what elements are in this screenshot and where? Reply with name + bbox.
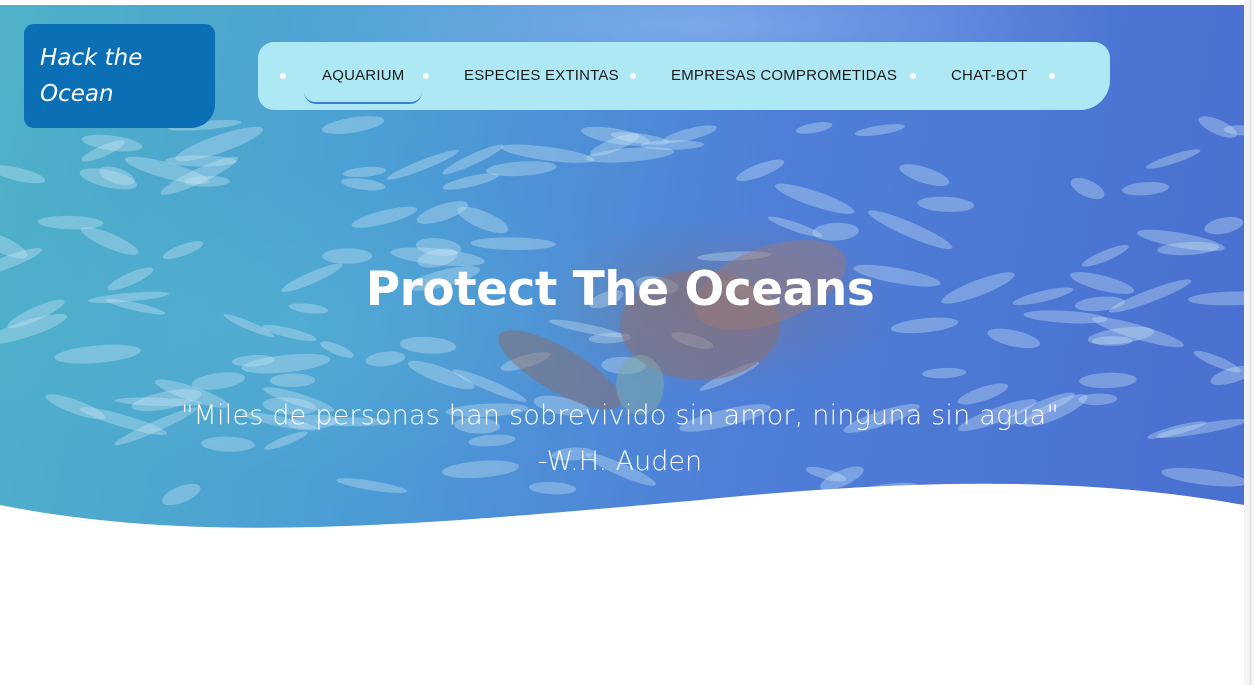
fish-shape bbox=[899, 164, 950, 187]
brand-line-1: Hack the bbox=[40, 45, 143, 71]
nav-separator-dot bbox=[910, 73, 916, 79]
hero-quote-author: -W.H. Auden bbox=[537, 446, 703, 477]
fish-shape bbox=[1193, 350, 1241, 373]
hero-quote: "Miles de personas han sobrevivido sin a… bbox=[180, 400, 1060, 431]
nav-separator-dot bbox=[423, 73, 429, 79]
fish-shape bbox=[1070, 177, 1105, 200]
fish-shape bbox=[1121, 181, 1169, 196]
nav-item-especies-extintas[interactable]: ESPECIES EXTINTAS bbox=[464, 42, 619, 110]
wave-divider bbox=[0, 483, 1244, 545]
fish-shape bbox=[767, 216, 823, 238]
fish-shape bbox=[399, 336, 457, 354]
fish-shape bbox=[321, 116, 385, 134]
fish-shape bbox=[548, 319, 624, 338]
nav-separator-dot bbox=[630, 73, 636, 79]
fish-shape bbox=[987, 328, 1041, 349]
fish-shape bbox=[54, 344, 141, 364]
nav-separator-dot bbox=[280, 73, 286, 79]
fish-shape bbox=[269, 373, 316, 388]
fish-shape bbox=[0, 165, 46, 184]
fish-shape bbox=[386, 149, 459, 180]
fish-shape bbox=[343, 166, 386, 178]
fish-shape bbox=[917, 196, 975, 212]
fish-shape bbox=[457, 206, 509, 234]
fish-shape bbox=[890, 317, 959, 334]
fish-shape bbox=[1145, 149, 1201, 169]
fish-shape bbox=[775, 183, 855, 214]
nav-separator-dot bbox=[1049, 73, 1055, 79]
fish-shape bbox=[485, 161, 557, 177]
scrollbar-track[interactable] bbox=[1244, 0, 1254, 685]
fish-shape bbox=[1204, 216, 1244, 235]
nav-item-aquarium[interactable]: AQUARIUM bbox=[303, 42, 423, 110]
nav-item-chat-bot[interactable]: CHAT-BOT bbox=[951, 42, 1027, 110]
sea-turtle-icon bbox=[498, 240, 847, 415]
fish-shape bbox=[795, 122, 833, 134]
fish-shape bbox=[341, 178, 386, 191]
fish-shape bbox=[37, 215, 104, 230]
fish-shape bbox=[867, 210, 953, 250]
hero-title: Protect The Oceans bbox=[365, 262, 875, 317]
fish-shape bbox=[1079, 372, 1137, 389]
fish-shape bbox=[365, 351, 406, 367]
main-navigation: AQUARIUM ESPECIES EXTINTAS EMPRESAS COMP… bbox=[258, 42, 1110, 110]
nav-item-empresas-comprometidas[interactable]: EMPRESAS COMPROMETIDAS bbox=[671, 42, 897, 110]
fish-shape bbox=[922, 367, 967, 379]
fish-shape bbox=[470, 237, 556, 251]
scrollbar-edge bbox=[1250, 0, 1251, 685]
fish-shape bbox=[854, 124, 905, 137]
fish-shape bbox=[812, 222, 859, 241]
fish-shape bbox=[351, 206, 418, 228]
fish-shape bbox=[736, 159, 785, 182]
fish-shape bbox=[162, 241, 204, 260]
brand-line-2: Ocean bbox=[40, 81, 114, 107]
brand-logo[interactable]: Hack the Ocean bbox=[24, 24, 215, 128]
